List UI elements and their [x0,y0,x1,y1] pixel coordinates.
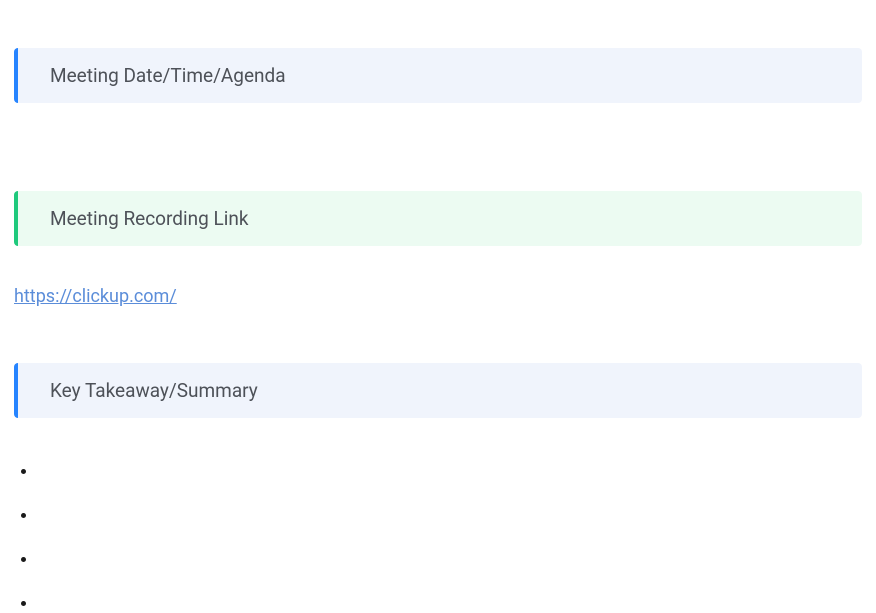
section-header-takeaway: Key Takeaway/Summary [14,363,862,418]
section-title-takeaway: Key Takeaway/Summary [50,379,258,402]
recording-link[interactable]: https://clickup.com/ [14,286,177,307]
list-item[interactable] [38,462,862,480]
section-title-recording: Meeting Recording Link [50,207,248,230]
list-item[interactable] [38,506,862,524]
takeaway-bullet-list [14,462,862,612]
spacer [14,246,862,286]
document-body: Meeting Date/Time/Agenda Meeting Recordi… [0,0,876,612]
section-header-meeting-info: Meeting Date/Time/Agenda [14,48,862,103]
section-title-meeting-info: Meeting Date/Time/Agenda [50,64,286,87]
spacer [14,103,862,191]
list-item[interactable] [38,550,862,568]
section-header-recording: Meeting Recording Link [14,191,862,246]
list-item[interactable] [38,594,862,612]
spacer [14,307,862,363]
